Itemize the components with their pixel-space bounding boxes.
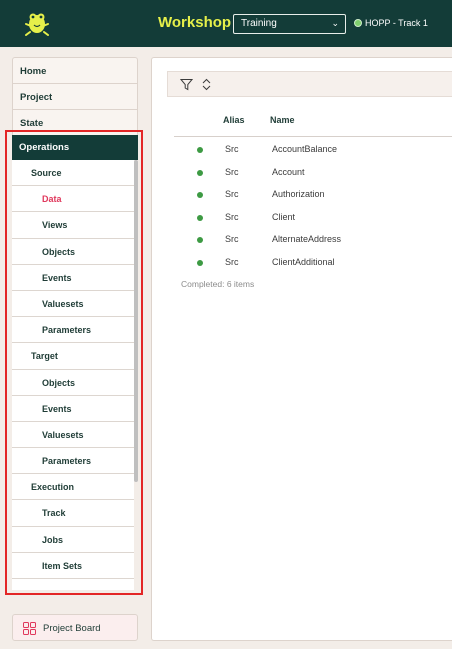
row-name: AccountBalance [272, 144, 338, 154]
status-dot-icon [197, 214, 203, 221]
chevron-down-icon: ⌄ [331, 18, 339, 28]
status-dot-icon [197, 147, 203, 153]
sidebar: Home Project State [12, 57, 138, 137]
column-header-alias[interactable]: Alias [223, 115, 245, 125]
environment-select-value: Training [241, 18, 277, 29]
track-status: HOPP - Track 1 [354, 18, 428, 28]
table-row[interactable]: Src Authorization [174, 183, 452, 206]
sidebar-item-execution-track[interactable]: Track [12, 500, 134, 527]
row-alias: Src [225, 211, 239, 222]
table-row[interactable]: Src AlternateAddress [174, 228, 452, 251]
table-toolbar [167, 71, 452, 97]
sidebar-item-target-valuesets[interactable]: Valuesets [12, 422, 134, 449]
table-row[interactable]: Src Account [174, 161, 452, 184]
sidebar-item-source-events[interactable]: Events [12, 265, 134, 291]
table-row[interactable]: Src Client [174, 206, 452, 229]
filter-icon[interactable] [180, 78, 193, 91]
operations-list[interactable]: Source Data Views Objects Events Valuese… [12, 160, 134, 590]
row-alias: Src [225, 256, 239, 267]
table-row[interactable]: Src AccountBalance [174, 138, 452, 161]
sidebar-item-target-parameters[interactable]: Parameters [12, 448, 134, 475]
status-dot-icon [197, 259, 203, 266]
sidebar-item-execution-item-sets[interactable]: Item Sets [12, 553, 134, 579]
sidebar-item-target-events[interactable]: Events [12, 396, 134, 422]
sidebar-scrollbar[interactable] [134, 160, 138, 482]
sidebar-item-project[interactable]: Project [13, 84, 137, 110]
sidebar-item-source-views[interactable]: Views [12, 212, 134, 239]
environment-select[interactable]: Training ⌄ [233, 14, 346, 34]
row-alias: Src [225, 144, 239, 154]
sidebar-item-source-data[interactable]: Data [12, 186, 134, 213]
app-header: Workshop Training ⌄ HOPP - Track 1 [0, 0, 452, 47]
sidebar-item-target-objects[interactable]: Objects [12, 370, 134, 396]
sidebar-item-source-valuesets[interactable]: Valuesets [12, 291, 134, 318]
sidebar-item-execution-jobs[interactable]: Jobs [12, 527, 134, 553]
table-header: Alias Name [174, 115, 452, 137]
sidebar-item-home[interactable]: Home [13, 58, 137, 84]
sidebar-item-operations[interactable]: Operations [12, 135, 138, 160]
status-dot-icon [197, 192, 203, 198]
status-dot-icon [197, 237, 203, 243]
sort-icon[interactable] [200, 78, 213, 91]
row-name: ClientAdditional [272, 256, 335, 267]
sidebar-group-source[interactable]: Source [12, 160, 134, 187]
sidebar-item-source-objects[interactable]: Objects [12, 239, 134, 265]
row-name: Authorization [272, 189, 325, 199]
row-name: Account [272, 166, 305, 177]
table-row[interactable]: Src ClientAdditional [174, 251, 452, 274]
status-text: Completed: 6 items [181, 279, 255, 289]
project-board-label: Project Board [43, 623, 101, 634]
sidebar-group-target[interactable]: Target [12, 343, 134, 370]
column-header-name[interactable]: Name [270, 115, 295, 125]
row-alias: Src [225, 189, 239, 199]
row-alias: Src [225, 234, 239, 244]
status-dot-icon [354, 19, 362, 27]
grid-icon [23, 622, 36, 635]
track-status-label: HOPP - Track 1 [365, 18, 428, 28]
sidebar-item-execution-more[interactable] [12, 579, 134, 590]
status-dot-icon [197, 169, 203, 176]
row-alias: Src [225, 166, 239, 177]
row-name: Client [272, 211, 296, 222]
app-title: Workshop [158, 14, 232, 31]
sidebar-top-nav: Home Project State [12, 57, 138, 137]
main-panel: Alias Name Src AccountBalance Src Accoun… [151, 57, 452, 641]
sidebar-group-execution[interactable]: Execution [12, 474, 134, 501]
sidebar-item-source-parameters[interactable]: Parameters [12, 317, 134, 344]
table-body: Src AccountBalance Src Account Src Autho… [174, 138, 452, 273]
row-name: AlternateAddress [272, 234, 342, 244]
project-board-button[interactable]: Project Board [12, 614, 138, 641]
frog-logo-icon[interactable] [22, 8, 52, 38]
